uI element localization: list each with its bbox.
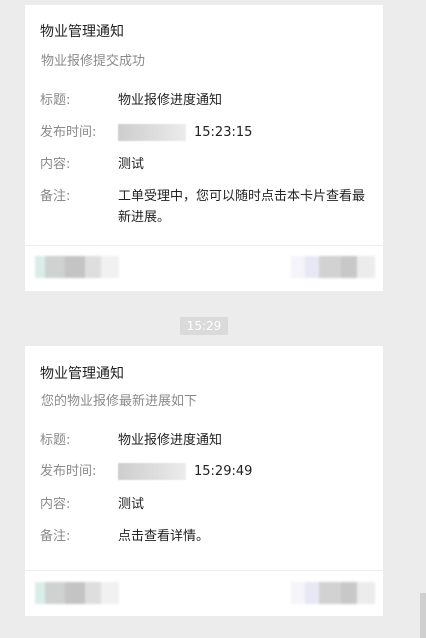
time-divider: 15:29 <box>180 317 228 335</box>
field-row-content: 内容: 测试 <box>40 494 365 515</box>
field-row-time: 发布时间: 15:29:49 <box>40 461 365 482</box>
field-row-subject: 标题: 物业报修进度通知 <box>40 430 365 451</box>
note-label: 备注: <box>40 189 71 204</box>
card-subtitle: 您的物业报修最新进展如下 <box>41 394 198 409</box>
redacted-date <box>118 124 186 141</box>
redacted-avatar-area <box>35 256 119 278</box>
redacted-avatar-area <box>35 582 119 604</box>
notification-card[interactable]: 物业管理通知 物业报修提交成功 标题: 物业报修进度通知 发布时间: 15:23… <box>25 5 383 291</box>
subject-value: 物业报修进度通知 <box>118 433 223 448</box>
time-label: 发布时间: <box>40 464 97 479</box>
card-title: 物业管理通知 <box>40 24 124 40</box>
redacted-source-area <box>291 582 375 604</box>
time-value-container: 15:23:15 <box>118 122 365 143</box>
subject-label: 标题: <box>40 93 71 108</box>
time-value-container: 15:29:49 <box>118 461 365 482</box>
time-label: 发布时间: <box>40 125 97 140</box>
field-row-note: 备注: 点击查看详情。 <box>40 526 365 547</box>
card-title: 物业管理通知 <box>40 366 124 382</box>
field-row-note: 备注: 工单受理中，您可以随时点击本卡片查看最新进展。 <box>40 186 365 230</box>
redacted-date <box>118 463 186 480</box>
field-row-subject: 标题: 物业报修进度通知 <box>40 90 365 111</box>
time-value: 15:23:15 <box>194 125 253 140</box>
time-value: 15:29:49 <box>194 464 253 479</box>
note-value: 点击查看详情。 <box>118 529 210 544</box>
content-label: 内容: <box>40 497 71 512</box>
redacted-source-area <box>291 256 375 278</box>
card-divider <box>25 570 383 571</box>
content-value: 测试 <box>118 157 145 172</box>
notification-card[interactable]: 物业管理通知 您的物业报修最新进展如下 标题: 物业报修进度通知 发布时间: 1… <box>25 346 383 616</box>
subject-label: 标题: <box>40 433 71 448</box>
note-label: 备注: <box>40 529 71 544</box>
content-value: 测试 <box>118 497 145 512</box>
subject-value: 物业报修进度通知 <box>118 93 223 108</box>
card-subtitle: 物业报修提交成功 <box>41 54 146 69</box>
card-divider <box>25 245 383 246</box>
scrollbar-thumb[interactable] <box>420 593 426 638</box>
field-row-content: 内容: 测试 <box>40 154 365 175</box>
field-row-time: 发布时间: 15:23:15 <box>40 122 365 143</box>
note-value: 工单受理中，您可以随时点击本卡片查看最新进展。 <box>118 189 366 225</box>
content-label: 内容: <box>40 157 71 172</box>
